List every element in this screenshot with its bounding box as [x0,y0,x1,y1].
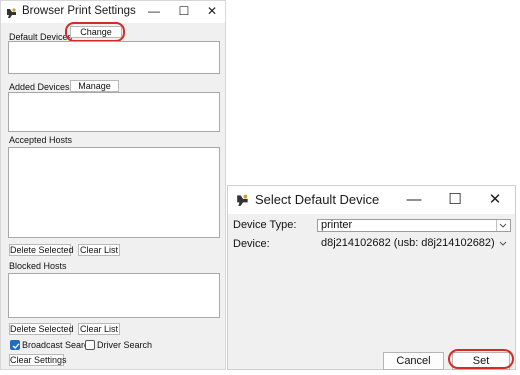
window-title: Select Default Device [255,192,380,207]
printer-app-icon [236,193,250,207]
device-type-label: Device Type: [233,219,297,231]
accepted-delete-selected-button[interactable]: Delete Selected [9,244,74,256]
minimize-button[interactable]: — [139,1,169,23]
device-select[interactable]: d8j214102682 (usb: d8j214102682) [317,237,511,250]
added-devices-list[interactable] [8,92,220,132]
accepted-clear-list-button[interactable]: Clear List [78,244,120,256]
accepted-hosts-label: Accepted Hosts [9,135,73,145]
chevron-down-icon [496,220,509,231]
check-icon [12,343,20,349]
clear-settings-button[interactable]: Clear Settings [9,354,67,366]
maximize-button[interactable]: ☐ [435,186,475,214]
default-devices-list[interactable] [8,41,220,74]
select-default-device-window: Select Default Device — ☐ ✕ Device Type:… [227,185,516,370]
close-button[interactable]: ✕ [197,1,227,23]
window-title: Browser Print Settings [22,5,136,17]
device-type-select[interactable]: printer [317,219,511,232]
blocked-hosts-list[interactable] [8,273,220,318]
driver-search-label: Driver Search [97,340,153,350]
browser-print-settings-window: Browser Print Settings — ☐ ✕ Default Dev… [0,0,226,370]
broadcast-search-label: Broadcast Search [22,340,94,350]
blocked-clear-list-button[interactable]: Clear List [78,323,120,335]
device-type-value: printer [321,219,353,231]
title-bar: Select Default Device — ☐ ✕ [228,186,515,214]
cancel-button[interactable]: Cancel [383,352,444,370]
printer-app-icon [6,6,18,18]
blocked-hosts-label: Blocked Hosts [9,261,67,271]
blocked-delete-selected-button[interactable]: Delete Selected [9,323,74,335]
change-button[interactable]: Change [70,26,122,38]
set-button[interactable]: Set [452,352,510,370]
minimize-button[interactable]: — [394,186,434,214]
driver-search-checkbox[interactable] [85,340,95,350]
chevron-down-icon [497,238,509,249]
device-value: d8j214102682 (usb: d8j214102682) [321,237,495,249]
manage-button[interactable]: Manage [70,80,119,92]
maximize-button[interactable]: ☐ [169,1,199,23]
close-button[interactable]: ✕ [475,186,515,214]
title-bar: Browser Print Settings — ☐ ✕ [1,1,225,23]
accepted-hosts-list[interactable] [8,147,220,238]
broadcast-search-checkbox[interactable] [10,340,20,350]
added-devices-label: Added Devices [9,82,70,92]
device-label: Device: [233,238,270,250]
